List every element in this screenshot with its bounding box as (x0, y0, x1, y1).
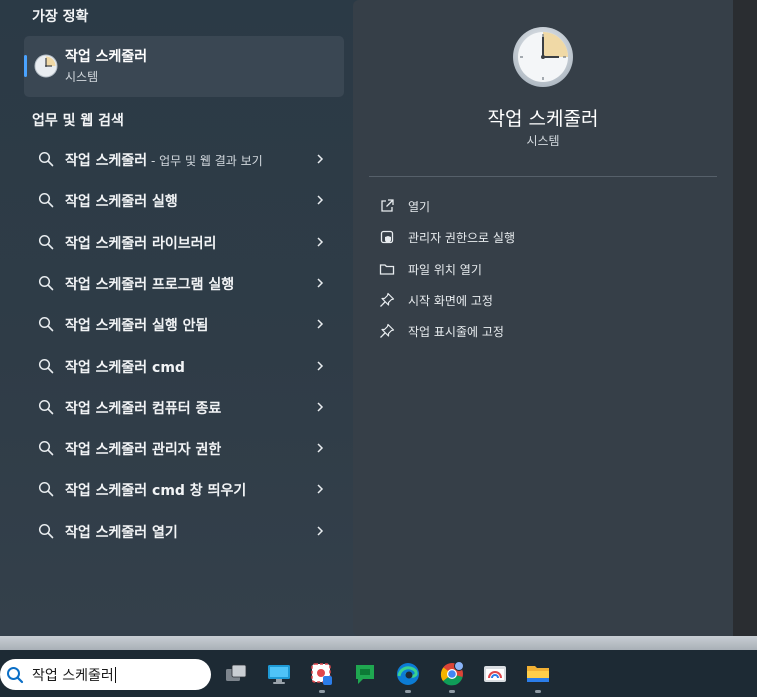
result-text: 작업 스케줄러 실행 (65, 194, 178, 210)
search-icon (38, 523, 54, 539)
chevron-right-icon[interactable] (314, 277, 326, 289)
search-icon (38, 440, 54, 456)
search-icon (38, 481, 54, 497)
search-result-label: 작업 스케줄러 - 업무 및 웹 결과 보기 (65, 150, 263, 170)
chevron-right-icon[interactable] (314, 483, 326, 495)
result-text: 작업 스케줄러 프로그램 실행 (65, 277, 235, 293)
action-open[interactable]: 열기 (379, 194, 699, 218)
result-text: 작업 스케줄러 cmd (65, 360, 185, 376)
search-input-text: 작업 스케줄러 (32, 668, 114, 684)
search-icon (38, 275, 54, 291)
panel-edge (733, 0, 757, 638)
result-text: 작업 스케줄러 컴퓨터 종료 (65, 401, 222, 417)
search-result-row[interactable]: 작업 스케줄러 프로그램 실행 (24, 265, 344, 301)
best-match-heading: 가장 정확 (32, 9, 89, 25)
search-result-label: 작업 스케줄러 실행 (65, 191, 178, 211)
search-icon (38, 234, 54, 250)
action-label: 작업 표시줄에 고정 (408, 325, 504, 339)
result-text: 작업 스케줄러 관리자 권한 (65, 442, 222, 458)
action-label: 시작 화면에 고정 (408, 294, 493, 308)
pin-icon (380, 292, 395, 307)
chevron-right-icon[interactable] (314, 194, 326, 206)
panel-shadow (0, 636, 757, 650)
result-suffix: - 업무 및 웹 결과 보기 (147, 154, 263, 168)
running-indicator (405, 690, 411, 693)
app-name: 작업 스케줄러 (487, 108, 599, 130)
search-icon (38, 358, 54, 374)
search-result-row[interactable]: 작업 스케줄러 cmd (24, 348, 344, 384)
search-result-label: 작업 스케줄러 관리자 권한 (65, 439, 221, 459)
search-result-label: 작업 스케줄러 cmd 창 띄우기 (65, 480, 246, 500)
action-label: 관리자 권한으로 실행 (408, 231, 515, 245)
search-result-label: 작업 스케줄러 실행 안됨 (65, 315, 208, 335)
remote-desktop-icon[interactable] (481, 660, 509, 688)
best-match-subtitle: 시스템 (65, 70, 99, 84)
search-result-row[interactable]: 작업 스케줄러 컴퓨터 종료 (24, 389, 344, 425)
search-input: 작업 스케줄러 (32, 665, 116, 685)
search-icon (38, 316, 54, 332)
action-pin-to-start[interactable]: 시작 화면에 고정 (379, 288, 699, 312)
chevron-right-icon[interactable] (314, 153, 326, 165)
taskbar-search-box[interactable]: 작업 스케줄러 (0, 659, 211, 690)
clock-icon (513, 27, 573, 87)
action-label: 파일 위치 열기 (408, 263, 482, 277)
chrome-icon[interactable] (438, 660, 466, 688)
clock-icon (34, 54, 58, 78)
search-result-row[interactable]: 작업 스케줄러 cmd 창 띄우기 (24, 471, 344, 507)
web-search-heading: 업무 및 웹 검색 (32, 113, 124, 129)
pin-icon (380, 323, 395, 338)
taskbar: 작업 스케줄러 (0, 650, 757, 697)
app-detail-pane: 작업 스케줄러 시스템 열기 관리자 권한으로 실행 파일 위치 열기 시작 화… (353, 0, 733, 636)
text-caret (114, 667, 116, 683)
task-view-icon[interactable] (222, 660, 250, 688)
search-icon (38, 399, 54, 415)
desktop-icon[interactable] (265, 660, 293, 688)
search-icon (38, 192, 54, 208)
folder-icon (379, 264, 395, 275)
search-icon (7, 667, 24, 684)
open-external-icon (381, 199, 394, 212)
snipping-tool-icon[interactable] (308, 660, 336, 688)
chevron-right-icon[interactable] (314, 401, 326, 413)
search-result-label: 작업 스케줄러 라이브러리 (65, 233, 216, 253)
running-indicator (449, 690, 455, 693)
chevron-right-icon[interactable] (314, 525, 326, 537)
best-match-item[interactable]: 작업 스케줄러 시스템 (24, 36, 344, 97)
result-text: 작업 스케줄러 실행 안됨 (65, 318, 209, 334)
search-result-row[interactable]: 작업 스케줄러 관리자 권한 (24, 430, 344, 466)
result-text: 작업 스케줄러 라이브러리 (65, 236, 217, 252)
action-open-file-location[interactable]: 파일 위치 열기 (379, 257, 699, 281)
action-pin-to-taskbar[interactable]: 작업 표시줄에 고정 (379, 319, 699, 343)
chevron-right-icon[interactable] (314, 236, 326, 248)
chevron-right-icon[interactable] (314, 360, 326, 372)
search-result-row[interactable]: 작업 스케줄러 실행 안됨 (24, 306, 344, 342)
search-result-label: 작업 스케줄러 프로그램 실행 (65, 274, 234, 294)
running-indicator (535, 690, 541, 693)
search-result-label: 작업 스케줄러 cmd (65, 357, 185, 377)
result-text: 작업 스케줄러 열기 (65, 525, 178, 541)
result-text: 작업 스케줄러 (65, 153, 148, 169)
search-result-row[interactable]: 작업 스케줄러 - 업무 및 웹 결과 보기 (24, 141, 344, 177)
running-indicator (319, 690, 325, 693)
shield-admin-icon (380, 230, 394, 244)
selection-accent (24, 55, 27, 77)
app-type: 시스템 (526, 134, 560, 148)
action-run-as-admin[interactable]: 관리자 권한으로 실행 (379, 225, 699, 249)
search-result-label: 작업 스케줄러 열기 (65, 522, 178, 542)
search-icon (38, 151, 54, 167)
action-label: 열기 (408, 200, 431, 214)
divider (369, 176, 717, 177)
result-text: 작업 스케줄러 cmd 창 띄우기 (65, 483, 247, 499)
search-result-row[interactable]: 작업 스케줄러 열기 (24, 513, 344, 549)
search-result-row[interactable]: 작업 스케줄러 라이브러리 (24, 224, 344, 260)
best-match-title: 작업 스케줄러 (65, 49, 148, 65)
search-result-label: 작업 스케줄러 컴퓨터 종료 (65, 398, 221, 418)
chat-icon[interactable] (351, 660, 379, 688)
chevron-right-icon[interactable] (314, 318, 326, 330)
chevron-right-icon[interactable] (314, 442, 326, 454)
edge-icon[interactable] (394, 660, 422, 688)
search-result-row[interactable]: 작업 스케줄러 실행 (24, 182, 344, 218)
file-explorer-icon[interactable] (524, 660, 552, 688)
